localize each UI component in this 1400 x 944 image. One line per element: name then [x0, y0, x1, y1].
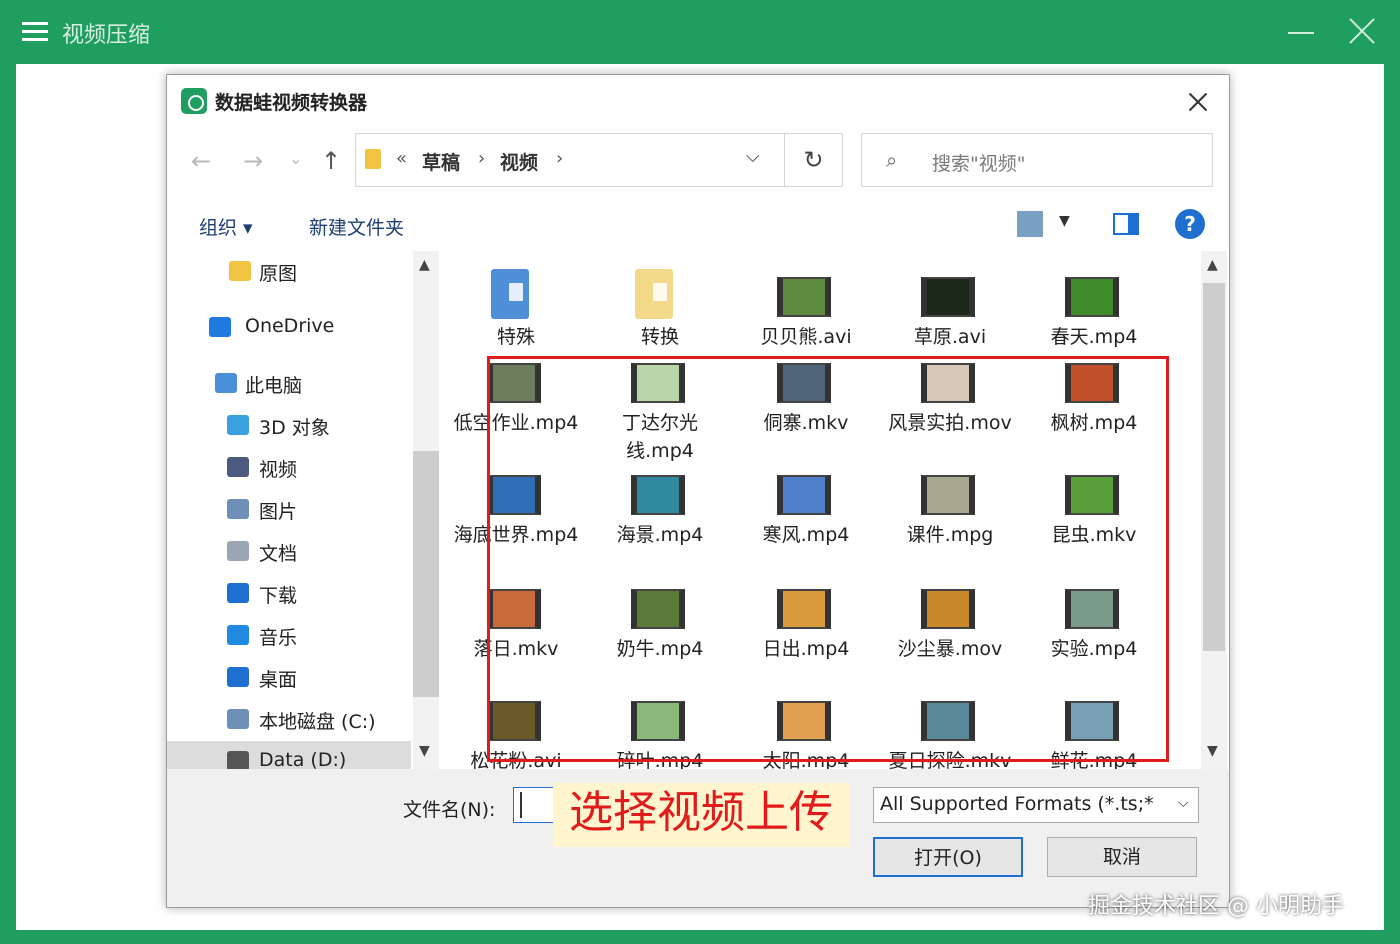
search-placeholder: 搜索"视频"	[932, 153, 1026, 175]
sidebar-item-this-pc[interactable]: 此电脑	[167, 363, 411, 403]
refresh-icon[interactable]: ↻	[785, 133, 843, 187]
breadcrumb-videos[interactable]: 视频	[500, 148, 538, 175]
sidebar-item-local-disk-c[interactable]: 本地磁盘 (C:)	[167, 699, 411, 739]
filename-label: 文件名(N):	[403, 799, 496, 821]
drive-icon	[227, 751, 249, 769]
search-input[interactable]: ⌕ 搜索"视频"	[861, 133, 1213, 187]
dialog-close-icon[interactable]	[1183, 87, 1213, 117]
file-type-value: All Supported Formats (*.ts;*	[880, 793, 1154, 815]
cloud-icon	[209, 317, 231, 337]
view-dropdown-icon[interactable]: ▼	[1059, 213, 1070, 229]
sidebar-scroll-thumb[interactable]	[413, 451, 439, 697]
video-thumbnail-icon	[921, 277, 975, 317]
sidebar-item-desktop[interactable]: 桌面	[167, 657, 411, 697]
sidebar-item-label: 本地磁盘 (C:)	[259, 711, 376, 733]
navigation-pane: 原图 OneDrive 此电脑 3D 对象 视频 图片 文档 下载 音乐 桌面 …	[167, 251, 439, 769]
cancel-button[interactable]: 取消	[1047, 837, 1197, 877]
scroll-up-icon[interactable]: ▲	[1207, 257, 1218, 273]
app-logo-icon	[181, 88, 207, 114]
video-thumbnail-icon	[777, 277, 831, 317]
folder-icon	[365, 149, 381, 169]
music-icon	[227, 625, 249, 645]
document-icon	[227, 541, 249, 561]
sidebar-item-downloads[interactable]: 下载	[167, 573, 411, 613]
cube-icon	[227, 415, 249, 435]
scroll-down-icon[interactable]: ▼	[1207, 743, 1218, 759]
back-arrow-icon[interactable]: ←	[191, 147, 211, 175]
scroll-down-icon[interactable]: ▼	[419, 743, 430, 759]
sidebar-item-videos[interactable]: 视频	[167, 447, 411, 487]
open-button[interactable]: 打开(O)	[873, 837, 1023, 877]
file-list-scroll-thumb[interactable]	[1203, 283, 1225, 651]
dialog-title: 数据蛙视频转换器	[215, 92, 368, 114]
chevron-down-icon: ⌵	[1178, 795, 1189, 811]
search-icon: ⌕	[886, 148, 898, 172]
sidebar-item-label: 此电脑	[245, 375, 303, 397]
sidebar-item-label: Data (D:)	[259, 749, 347, 769]
sidebar-item-label: 图片	[259, 501, 298, 523]
sidebar-item-documents[interactable]: 文档	[167, 531, 411, 571]
sidebar-item-pictures[interactable]: 图片	[167, 489, 411, 529]
sidebar-item-label: OneDrive	[245, 315, 335, 337]
sidebar-item-label: 视频	[259, 459, 298, 481]
sidebar-item-onedrive[interactable]: OneDrive	[167, 307, 411, 347]
new-folder-button[interactable]: 新建文件夹	[309, 213, 404, 240]
sidebar-item-label: 音乐	[259, 627, 298, 649]
folder-icon	[635, 269, 673, 319]
close-icon[interactable]	[1348, 18, 1376, 46]
file-open-dialog: 数据蛙视频转换器 ← → ⌄ ↑ « 草稿 › 视频 › ⌵ ↻ ⌕ 搜索"视频…	[166, 74, 1230, 908]
forward-arrow-icon[interactable]: →	[243, 147, 263, 175]
address-bar[interactable]: « 草稿 › 视频 › ⌵	[355, 133, 785, 187]
folder-icon	[229, 261, 251, 281]
computer-icon	[215, 373, 237, 393]
folder-icon	[491, 269, 529, 319]
film-icon	[227, 457, 249, 477]
app-titlebar: 视频压缩	[0, 0, 1400, 64]
breadcrumb-separator[interactable]: ›	[556, 148, 563, 169]
sidebar-item-label: 3D 对象	[259, 417, 330, 439]
app-title: 视频压缩	[62, 23, 151, 48]
sidebar-item-label: 下载	[259, 585, 298, 607]
sidebar-item-label: 原图	[259, 263, 298, 285]
sidebar-item-3d-objects[interactable]: 3D 对象	[167, 405, 411, 445]
drive-icon	[227, 709, 249, 729]
sidebar-item-label: 文档	[259, 543, 298, 565]
dialog-footer: 文件名(N): 选择视频上传 All Supported Formats (*.…	[167, 769, 1229, 907]
breadcrumb-separator[interactable]: ›	[478, 148, 485, 169]
sidebar-item-originals[interactable]: 原图	[167, 251, 411, 291]
sidebar-item-music[interactable]: 音乐	[167, 615, 411, 655]
address-overflow[interactable]: «	[396, 148, 407, 169]
address-dropdown-icon[interactable]: ⌵	[746, 146, 760, 167]
menu-icon[interactable]	[22, 18, 48, 46]
video-thumbnail-icon	[1065, 277, 1119, 317]
breadcrumb-drafts[interactable]: 草稿	[422, 148, 460, 175]
up-arrow-icon[interactable]: ↑	[321, 147, 341, 175]
file-type-select[interactable]: All Supported Formats (*.ts;* ⌵	[873, 787, 1199, 823]
view-options-icon[interactable]	[1017, 211, 1043, 237]
download-icon	[227, 583, 249, 603]
scroll-up-icon[interactable]: ▲	[419, 257, 430, 273]
sidebar-item-label: 桌面	[259, 669, 298, 691]
sidebar-item-data-d[interactable]: Data (D:)	[167, 741, 411, 769]
picture-icon	[227, 499, 249, 519]
text-caret	[520, 792, 522, 818]
watermark: 掘金技术社区 @ 小明助手	[1088, 894, 1344, 919]
organize-menu[interactable]: 组织 ▾	[199, 213, 253, 240]
upload-annotation: 选择视频上传	[553, 783, 849, 847]
preview-pane-icon[interactable]	[1113, 213, 1139, 235]
desktop-icon	[227, 667, 249, 687]
selection-highlight-box	[487, 356, 1169, 762]
minimize-icon[interactable]	[1288, 16, 1316, 46]
recent-locations-icon[interactable]: ⌄	[289, 149, 302, 168]
help-icon[interactable]: ?	[1175, 209, 1205, 239]
